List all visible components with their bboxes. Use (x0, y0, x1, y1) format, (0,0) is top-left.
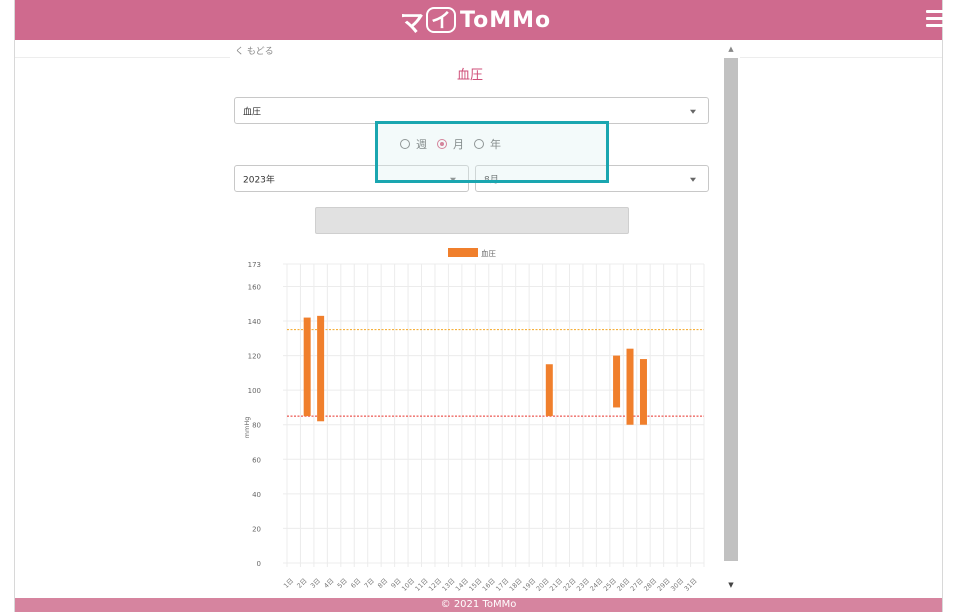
x-tick-label: 30日 (669, 577, 685, 593)
y-tick-label: 60 (252, 456, 261, 464)
footer: © 2021 ToMMo (15, 598, 942, 612)
x-tick-label: 8日 (376, 577, 389, 590)
x-tick-label: 2日 (295, 577, 308, 590)
bp-range-bar (626, 348, 634, 425)
x-tick-label: 16日 (481, 577, 497, 593)
category-select-value: 血圧 (243, 107, 262, 117)
scrollbar-thumb[interactable] (724, 58, 738, 561)
logo-prefix: マ (400, 8, 424, 37)
logo-box: イ (426, 7, 456, 33)
x-tick-label: 14日 (454, 577, 470, 593)
blood-pressure-chart: 0 20 40 60 80 100 120 140 160 173 1日 2日 3日 4日 5日 6日 7日 8日… (243, 248, 705, 593)
chevron-down-icon (690, 109, 696, 114)
year-select[interactable]: 2023年 (234, 165, 469, 192)
month-select-value: 8月 (484, 175, 499, 185)
x-tick-label: 26日 (615, 577, 631, 593)
x-tick-label: 15日 (467, 577, 483, 593)
divider (15, 57, 230, 58)
chevron-down-icon (450, 177, 456, 182)
radio-month-label: 月 (453, 138, 464, 151)
x-tick-label: 6日 (349, 577, 362, 590)
bp-range-bar (545, 364, 553, 417)
year-select-value: 2023年 (243, 175, 275, 185)
radio-year-label: 年 (490, 138, 501, 151)
y-tick-label: 0 (257, 560, 261, 568)
divider (740, 57, 942, 58)
bp-range-bar (303, 317, 311, 417)
radio-month[interactable]: 月 (437, 136, 464, 152)
category-select[interactable]: 血圧 (234, 97, 709, 124)
x-tick-label: 28日 (642, 577, 658, 593)
y-tick-label: 100 (248, 387, 261, 395)
scroll-up-icon[interactable]: ▲ (726, 44, 736, 54)
y-tick-label: 80 (252, 422, 261, 430)
x-tick-label: 5日 (336, 577, 349, 590)
y-tick-label: 120 (248, 353, 261, 361)
scroll-down-icon[interactable]: ▼ (726, 580, 736, 590)
hamburger-menu-icon[interactable] (926, 10, 948, 28)
x-tick-label: 29日 (656, 577, 672, 593)
radio-week[interactable]: 週 (400, 136, 427, 152)
page-title: 血圧 (456, 68, 483, 83)
period-radio-group: 週 月 年 (400, 136, 511, 152)
x-tick-label: 19日 (521, 577, 537, 593)
x-tick-label: 12日 (427, 577, 443, 593)
chevron-down-icon (690, 177, 696, 182)
x-tick-label: 10日 (400, 577, 416, 593)
x-tick-label: 27日 (629, 577, 645, 593)
app-logo[interactable]: マ イ ToMMo (400, 2, 551, 38)
x-tick-label: 4日 (322, 577, 335, 590)
month-select[interactable]: 8月 (475, 165, 709, 192)
radio-week-label: 週 (416, 138, 427, 151)
x-tick-label: 31日 (683, 577, 699, 593)
y-tick-label: 40 (252, 491, 261, 499)
radio-button-icon[interactable] (400, 139, 410, 149)
y-tick-label: 173 (248, 261, 261, 269)
legend-label: 血圧 (481, 248, 496, 258)
x-tick-label: 13日 (440, 577, 456, 593)
x-tick-label: 25日 (602, 577, 618, 593)
menu-line (926, 17, 948, 20)
radio-year[interactable]: 年 (474, 136, 501, 152)
bp-range-bar (613, 355, 621, 408)
x-tick-label: 11日 (414, 577, 430, 593)
x-tick-label: 24日 (588, 577, 604, 593)
y-axis-label: mmHg (243, 417, 251, 439)
app-header: マ イ ToMMo (15, 0, 948, 40)
logo-name: ToMMo (460, 7, 552, 33)
x-tick-label: 23日 (575, 577, 591, 593)
radio-button-checked-icon[interactable] (437, 139, 447, 149)
menu-line (926, 10, 948, 13)
x-tick-label: 17日 (494, 577, 510, 593)
y-tick-label: 20 (252, 525, 261, 533)
legend-swatch (448, 248, 478, 257)
y-tick-label: 140 (248, 318, 261, 326)
x-tick-label: 21日 (548, 577, 564, 593)
y-tick-label: 160 (248, 283, 261, 291)
x-tick-label: 7日 (363, 577, 376, 590)
bp-range-bar (317, 315, 325, 422)
back-link[interactable]: く もどる (235, 44, 274, 57)
x-tick-label: 20日 (535, 577, 551, 593)
display-button[interactable] (315, 207, 629, 234)
copyright-text: © 2021 ToMMo (440, 599, 517, 610)
x-tick-label: 18日 (508, 577, 524, 593)
x-tick-label: 1日 (282, 577, 295, 590)
x-tick-label: 3日 (309, 577, 322, 590)
bp-range-bar (639, 359, 647, 425)
radio-button-icon[interactable] (474, 139, 484, 149)
menu-line (926, 24, 948, 27)
x-tick-label: 22日 (562, 577, 578, 593)
